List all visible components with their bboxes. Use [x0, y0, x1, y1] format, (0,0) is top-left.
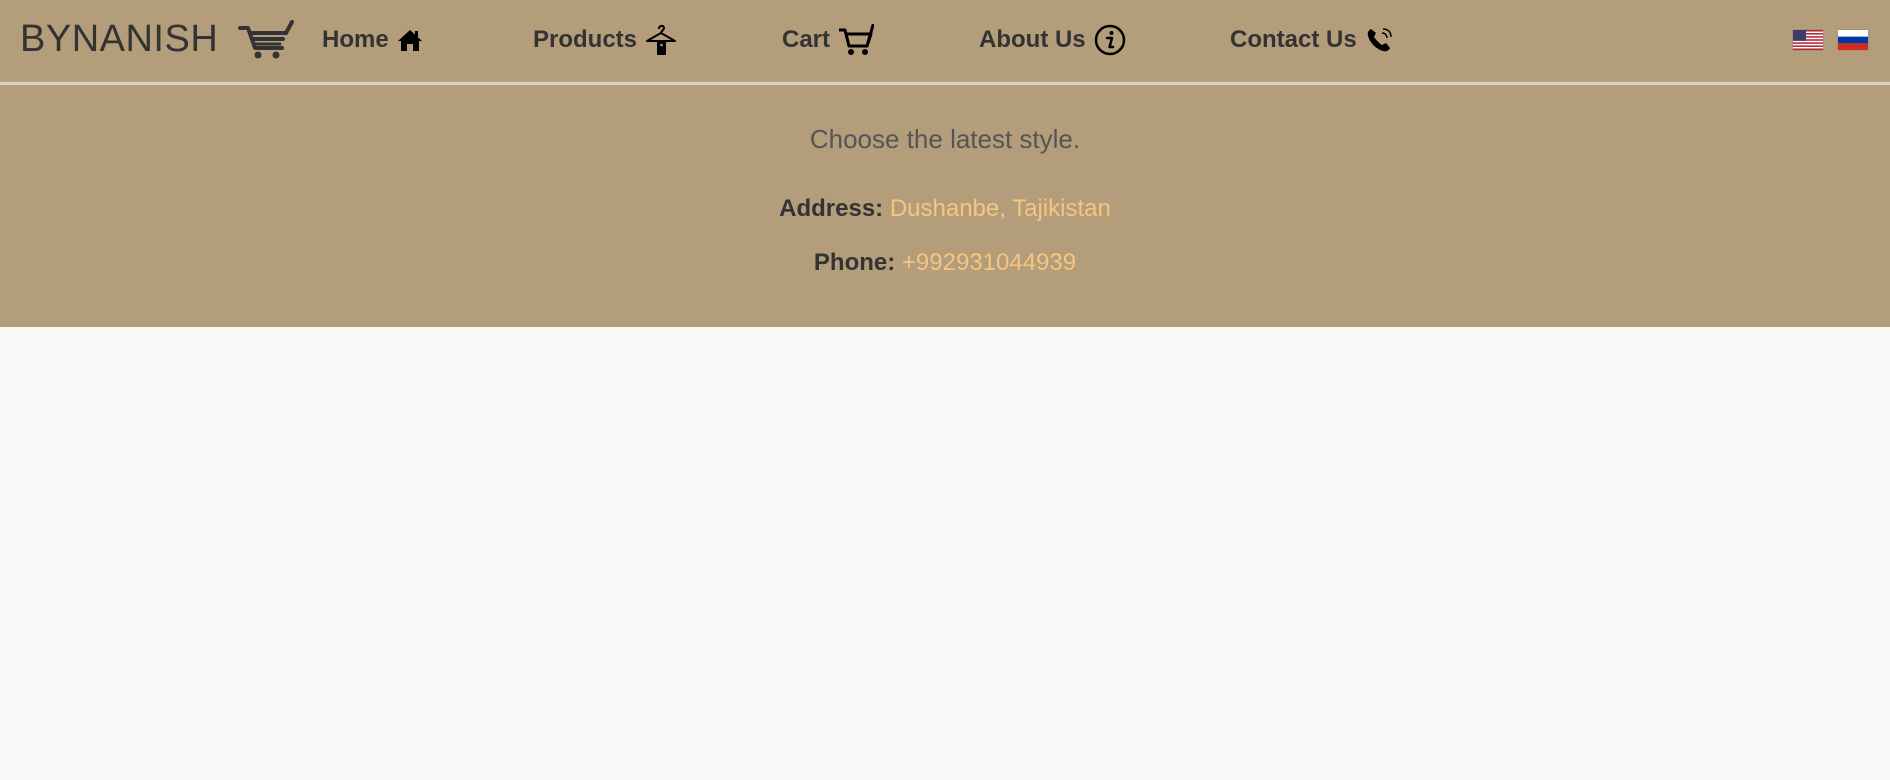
nav-home[interactable]: Home: [322, 22, 423, 58]
address-label: Address:: [779, 195, 884, 222]
nav-home-label: Home: [322, 26, 389, 53]
nav-cart-label: Cart: [782, 26, 831, 53]
nav-products-label: Products: [533, 26, 638, 53]
info-icon: [1094, 24, 1126, 56]
phone-line: Phone: +992931044939: [0, 249, 1890, 277]
address-link[interactable]: Dushanbe, Tajikistan: [890, 195, 1111, 222]
navbar: BYNANISH Home Products Cart About Us Con…: [0, 0, 1890, 85]
nav-cart[interactable]: Cart: [782, 22, 875, 58]
nav-about[interactable]: About Us: [979, 22, 1126, 58]
nav-contact-label: Contact Us: [1230, 26, 1357, 53]
shopping-cart-icon: [238, 19, 295, 58]
brand-name: BYNANISH: [20, 18, 219, 60]
phone-icon: [1365, 26, 1395, 54]
nav-contact[interactable]: Contact Us: [1230, 22, 1395, 58]
brand-link[interactable]: BYNANISH: [20, 18, 295, 61]
nav-about-label: About Us: [979, 26, 1086, 53]
tagline: Choose the latest style.: [809, 124, 1081, 154]
russia-flag-icon[interactable]: [1838, 30, 1868, 50]
phone-link[interactable]: +992931044939: [902, 249, 1076, 276]
address-line: Address: Dushanbe, Tajikistan: [0, 195, 1890, 223]
home-icon: [397, 28, 423, 52]
cart-icon: [838, 24, 875, 56]
phone-label: Phone:: [813, 249, 896, 276]
hanger-tag-icon: [645, 23, 677, 57]
site-header: BYNANISH Home Products Cart About Us Con…: [0, 0, 1890, 327]
us-flag-icon[interactable]: [1793, 30, 1823, 50]
nav-products[interactable]: Products: [533, 22, 677, 58]
